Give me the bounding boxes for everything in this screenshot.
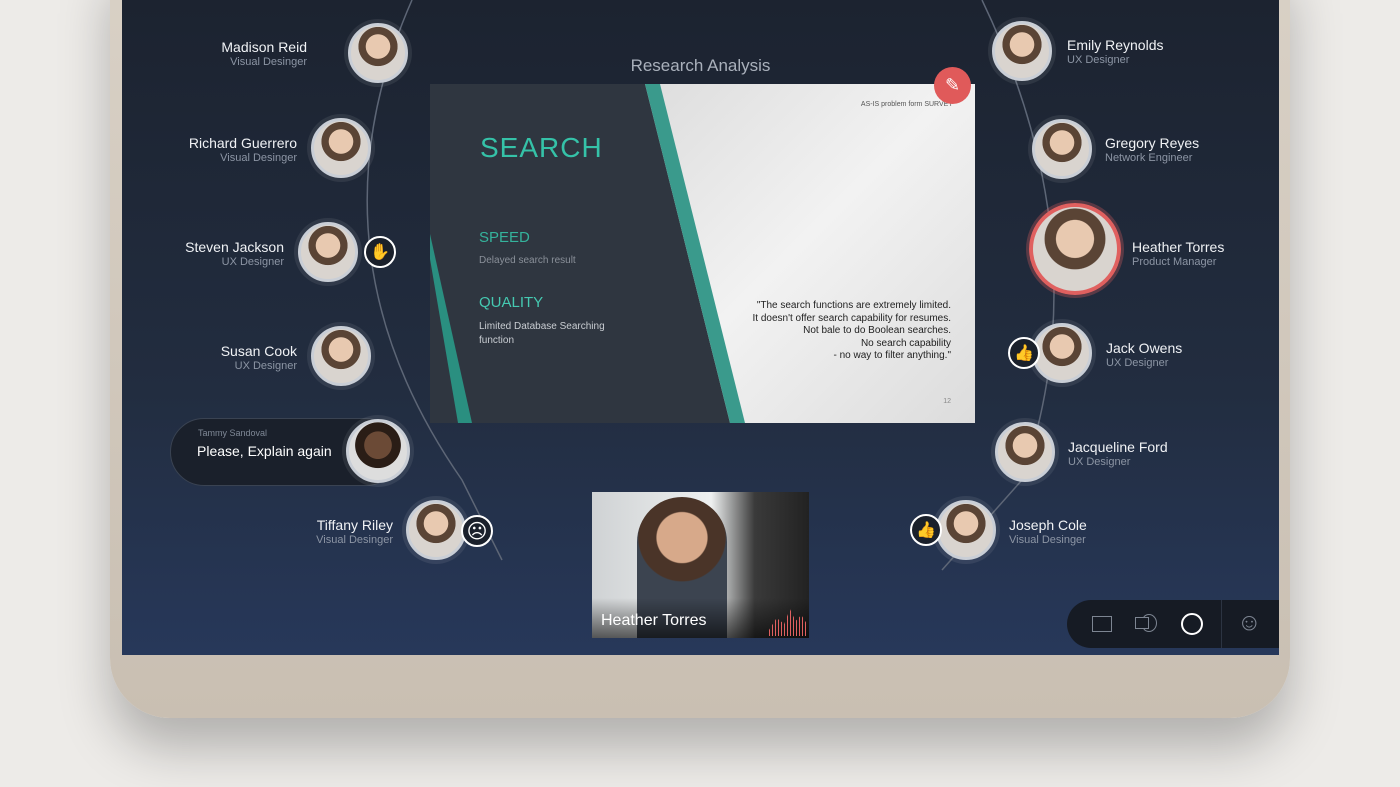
shared-slide[interactable]: AS-IS problem form SURVEY SEARCH SPEED D… [430,84,975,423]
speaker-video[interactable]: Heather Torres [592,492,809,638]
avatar-joseph-cole[interactable] [936,500,996,560]
circle-icon[interactable] [1181,613,1203,635]
quote-line: It doesn't offer search capability for r… [752,312,952,324]
slide-speed-label: SPEED [479,229,530,246]
avatar-tiffany-riley[interactable] [406,500,466,560]
participant-name: Tiffany Riley [316,517,393,533]
participant-role: Visual Desinger [316,534,393,546]
toolbar-divider [1221,600,1222,648]
speaker-name: Heather Torres [601,612,707,629]
comment-author: Tammy Sandoval [198,428,268,438]
quote-line: No search capability [860,337,951,349]
participant-role: UX Designer [1068,456,1131,468]
avatar-richard-guerrero[interactable] [311,118,371,178]
avatar-susan-cook[interactable] [311,326,371,386]
participant-role: Visual Desinger [1009,534,1086,546]
participant-name: Madison Reid [221,39,307,55]
participant-name: Jack Owens [1106,340,1183,356]
participant-name: Heather Torres [1132,239,1225,255]
participant-name: Joseph Cole [1009,517,1087,533]
quote-line: Not bale to do Boolean searches. [803,325,951,336]
quote-line: - no way to filter anything." [833,350,952,361]
sad-face-icon: ☹ [461,515,493,547]
avatar-jacqueline-ford[interactable] [995,422,1055,482]
square-icon[interactable] [1092,616,1112,632]
raised-hand-icon: ✋ [364,236,396,268]
comment-text: Please, Explain again [197,443,332,459]
smiley-icon[interactable]: ☺ [1237,610,1263,636]
screen: Research Analysis AS-IS problem form SUR… [122,0,1279,655]
participant-name: Jacqueline Ford [1068,439,1168,455]
thumbs-up-icon: 👍 [1008,337,1040,369]
edit-button[interactable]: ✎ [934,67,971,104]
participant-name: Richard Guerrero [188,135,297,151]
screen-share-icon[interactable] [1135,614,1157,634]
participant-role: UX Designer [1067,54,1130,66]
participant-role: Network Engineer [1105,152,1193,164]
toolbar: ☺ [1067,600,1279,648]
slide-header: AS-IS problem form SURVEY [860,101,953,108]
pencil-icon: ✎ [944,75,961,95]
slide-quote: "The search functions are extremely limi… [753,300,952,363]
avatar-gregory-reyes[interactable] [1032,119,1092,179]
quote-line: "The search functions are extremely limi… [756,300,951,311]
participant-role: Visual Desinger [230,56,307,68]
avatar-madison-reid[interactable] [348,23,408,83]
slide-page-number: 12 [943,398,951,405]
participant-role: UX Designer [221,256,284,268]
slide-quality-text: Limited Database Searching function [479,321,605,346]
participant-name: Emily Reynolds [1067,37,1164,53]
participant-role: Visual Desinger [220,152,297,164]
slide-quality-label: QUALITY [479,294,544,311]
participant-role: UX Designer [234,360,297,372]
thumbs-up-icon: 👍 [910,514,942,546]
avatar-tammy-sandoval[interactable] [346,419,410,483]
avatar-emily-reynolds[interactable] [992,21,1052,81]
avatar-steven-jackson[interactable] [298,222,358,282]
participant-name: Gregory Reyes [1105,135,1200,151]
slide-title: SEARCH [480,132,603,163]
participant-name: Steven Jackson [185,239,284,255]
avatar-jack-owens[interactable] [1032,323,1092,383]
slide-speed-text: Delayed search result [479,255,576,266]
participant-role: Product Manager [1132,256,1217,268]
avatar-heather-torres-speaking[interactable] [1029,203,1121,295]
participant-role: UX Designer [1106,357,1169,369]
participant-name: Susan Cook [220,343,297,359]
